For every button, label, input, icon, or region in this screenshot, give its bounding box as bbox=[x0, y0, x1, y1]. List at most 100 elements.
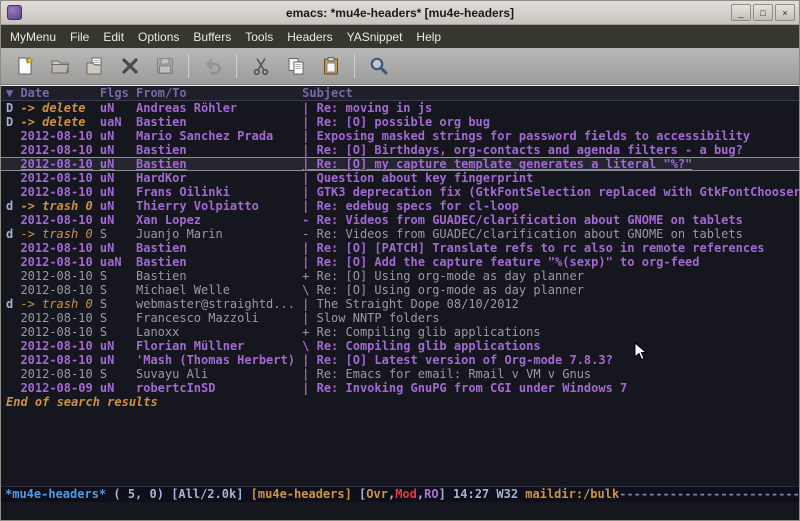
message-flags: uN bbox=[100, 213, 129, 227]
message-from: Juanjo Marin bbox=[136, 227, 295, 241]
message-from: Bastien bbox=[136, 241, 295, 255]
message-row[interactable]: 2012-08-10SLanoxx+ Re: Compiling glib ap… bbox=[1, 325, 799, 339]
modeline-segment-dashes: ----------------------------------------… bbox=[619, 487, 799, 501]
message-mark-char bbox=[6, 129, 20, 143]
new-file-icon bbox=[14, 55, 36, 77]
message-from: Michael Welle bbox=[136, 283, 295, 297]
message-subject: | Re: [O] Add the capture feature "%(sex… bbox=[302, 255, 799, 269]
isearch-button[interactable] bbox=[362, 51, 395, 81]
message-date: -> delete bbox=[20, 101, 92, 115]
message-mark-char bbox=[6, 255, 20, 269]
save-buffer-button bbox=[148, 51, 181, 81]
message-row[interactable]: 2012-08-10uNFrans Oilinki| GTK3 deprecat… bbox=[1, 185, 799, 199]
message-row[interactable]: 2012-08-10uNHardKor| Question about key … bbox=[1, 171, 799, 185]
buffer-empty-space bbox=[1, 409, 799, 486]
paste-button[interactable] bbox=[314, 51, 347, 81]
emacs-window: emacs: *mu4e-headers* [mu4e-headers] _ □… bbox=[0, 0, 800, 521]
modeline-segment-plain: 14:27 bbox=[453, 487, 489, 501]
new-file-button[interactable] bbox=[8, 51, 41, 81]
modeline-segment-plain: ] bbox=[439, 487, 453, 501]
copy-button[interactable] bbox=[279, 51, 312, 81]
message-date: 2012-08-10 bbox=[20, 269, 92, 283]
message-row[interactable]: d-> trash 0Swebmaster@straightd...| The … bbox=[1, 297, 799, 311]
menu-file[interactable]: File bbox=[63, 26, 96, 48]
menu-options[interactable]: Options bbox=[131, 26, 186, 48]
dired-button[interactable] bbox=[78, 51, 111, 81]
menu-help[interactable]: Help bbox=[409, 26, 448, 48]
message-row[interactable]: 2012-08-09uNrobertcInSD| Re: Invoking Gn… bbox=[1, 381, 799, 395]
modeline-segment-plain bbox=[243, 487, 250, 501]
message-row[interactable]: 2012-08-10SMichael Welle\ Re: [O] Using … bbox=[1, 283, 799, 297]
cut-icon bbox=[250, 55, 272, 77]
message-row[interactable]: 2012-08-10uNXan Lopez- Re: Videos from G… bbox=[1, 213, 799, 227]
menu-buffers[interactable]: Buffers bbox=[186, 26, 238, 48]
message-row[interactable]: 2012-08-10uNBastien| Re: [O] [PATCH] Tra… bbox=[1, 241, 799, 255]
message-subject: | Exposing masked strings for password f… bbox=[302, 129, 799, 143]
message-row[interactable]: D-> deleteuNAndreas Röhler| Re: moving i… bbox=[1, 101, 799, 115]
window-controls: _ □ × bbox=[731, 4, 795, 21]
column-header-date[interactable]: Date bbox=[20, 86, 92, 101]
message-row[interactable]: 2012-08-10uaNBastien| Re: [O] Add the ca… bbox=[1, 255, 799, 269]
message-subject: - Re: Videos from GUADEC/clarification a… bbox=[302, 227, 799, 241]
header-line: ▼ Date Flgs From/To Subject bbox=[1, 86, 799, 101]
message-row[interactable]: d-> trash 0uNThierry Volpiatto| Re: edeb… bbox=[1, 199, 799, 213]
maximize-button[interactable]: □ bbox=[753, 4, 773, 21]
column-header-flags[interactable]: Flgs bbox=[100, 86, 129, 101]
message-from: 'Mash (Thomas Herbert) bbox=[136, 353, 295, 367]
open-file-icon bbox=[49, 55, 71, 77]
message-date: 2012-08-10 bbox=[20, 283, 92, 297]
echo-area[interactable] bbox=[1, 502, 799, 520]
message-row[interactable]: 2012-08-10SFrancesco Mazzoli| Slow NNTP … bbox=[1, 311, 799, 325]
message-row[interactable]: D-> deleteuaNBastien| Re: [O] possible o… bbox=[1, 115, 799, 129]
message-row[interactable]: 2012-08-10uN'Mash (Thomas Herbert)| Re: … bbox=[1, 353, 799, 367]
message-date: 2012-08-10 bbox=[20, 353, 92, 367]
message-row[interactable]: 2012-08-10SSuvayu Ali| Re: Emacs for ema… bbox=[1, 367, 799, 381]
menu-yasnippet[interactable]: YASnippet bbox=[340, 26, 410, 48]
tool-bar bbox=[1, 48, 799, 85]
menu-edit[interactable]: Edit bbox=[96, 26, 131, 48]
message-from: Xan Lopez bbox=[136, 213, 295, 227]
message-flags: S bbox=[100, 311, 129, 325]
message-from: Frans Oilinki bbox=[136, 185, 295, 199]
message-from: Andreas Röhler bbox=[136, 101, 295, 115]
message-flags: uN bbox=[100, 381, 129, 395]
message-subject: + Re: [O] Using org-mode as day planner bbox=[302, 269, 799, 283]
close-button[interactable]: × bbox=[775, 4, 795, 21]
message-date: -> trash 0 bbox=[20, 227, 92, 241]
message-subject: | The Straight Dope 08/10/2012 bbox=[302, 297, 799, 311]
cut-button[interactable] bbox=[244, 51, 277, 81]
message-row[interactable]: 2012-08-10uNBastien| Re: [O] Birthdays, … bbox=[1, 143, 799, 157]
message-row[interactable]: 2012-08-10uNFlorian Müllner\ Re: Compili… bbox=[1, 339, 799, 353]
message-subject: | Re: [O] Birthdays, org-contacts and ag… bbox=[302, 143, 799, 157]
message-mark-char bbox=[6, 353, 20, 367]
mode-line[interactable]: *mu4e-headers* ( 5, 0) [All/2.0k] [mu4e-… bbox=[1, 486, 799, 502]
isearch-icon bbox=[368, 55, 390, 77]
column-header-subject[interactable]: Subject bbox=[302, 86, 799, 101]
message-mark-char bbox=[6, 171, 20, 185]
emacs-frame: ▼ Date Flgs From/To Subject D-> deleteuN… bbox=[1, 85, 799, 520]
message-subject: | Slow NNTP folders bbox=[302, 311, 799, 325]
message-row[interactable]: 2012-08-10uNMario Sanchez Prada| Exposin… bbox=[1, 129, 799, 143]
column-header-from[interactable]: From/To bbox=[136, 86, 295, 101]
open-file-button[interactable] bbox=[43, 51, 76, 81]
kill-buffer-button[interactable] bbox=[113, 51, 146, 81]
menu-headers[interactable]: Headers bbox=[280, 26, 339, 48]
message-from: Bastien bbox=[136, 269, 295, 283]
toolbar-separator bbox=[236, 54, 237, 78]
modeline-segment-mode: [mu4e-headers] bbox=[251, 487, 352, 501]
message-from: robertcInSD bbox=[136, 381, 295, 395]
message-row-current[interactable]: 2012-08-10uNBastien| Re: [O] my capture … bbox=[1, 157, 799, 171]
undo-icon bbox=[202, 55, 224, 77]
menu-mymenu[interactable]: MyMenu bbox=[3, 26, 63, 48]
message-date: -> trash 0 bbox=[20, 199, 92, 213]
message-mark-char: d bbox=[6, 227, 20, 241]
message-row[interactable]: 2012-08-10SBastien+ Re: [O] Using org-mo… bbox=[1, 269, 799, 283]
message-mark-char bbox=[6, 311, 20, 325]
minimize-button[interactable]: _ bbox=[731, 4, 751, 21]
message-row[interactable]: d-> trash 0SJuanjo Marin- Re: Videos fro… bbox=[1, 227, 799, 241]
menu-tools[interactable]: Tools bbox=[238, 26, 280, 48]
message-date: 2012-08-10 bbox=[20, 339, 92, 353]
message-flags: uaN bbox=[100, 115, 129, 129]
message-from: Suvayu Ali bbox=[136, 367, 295, 381]
modeline-segment-ovr: Ovr bbox=[366, 487, 388, 501]
